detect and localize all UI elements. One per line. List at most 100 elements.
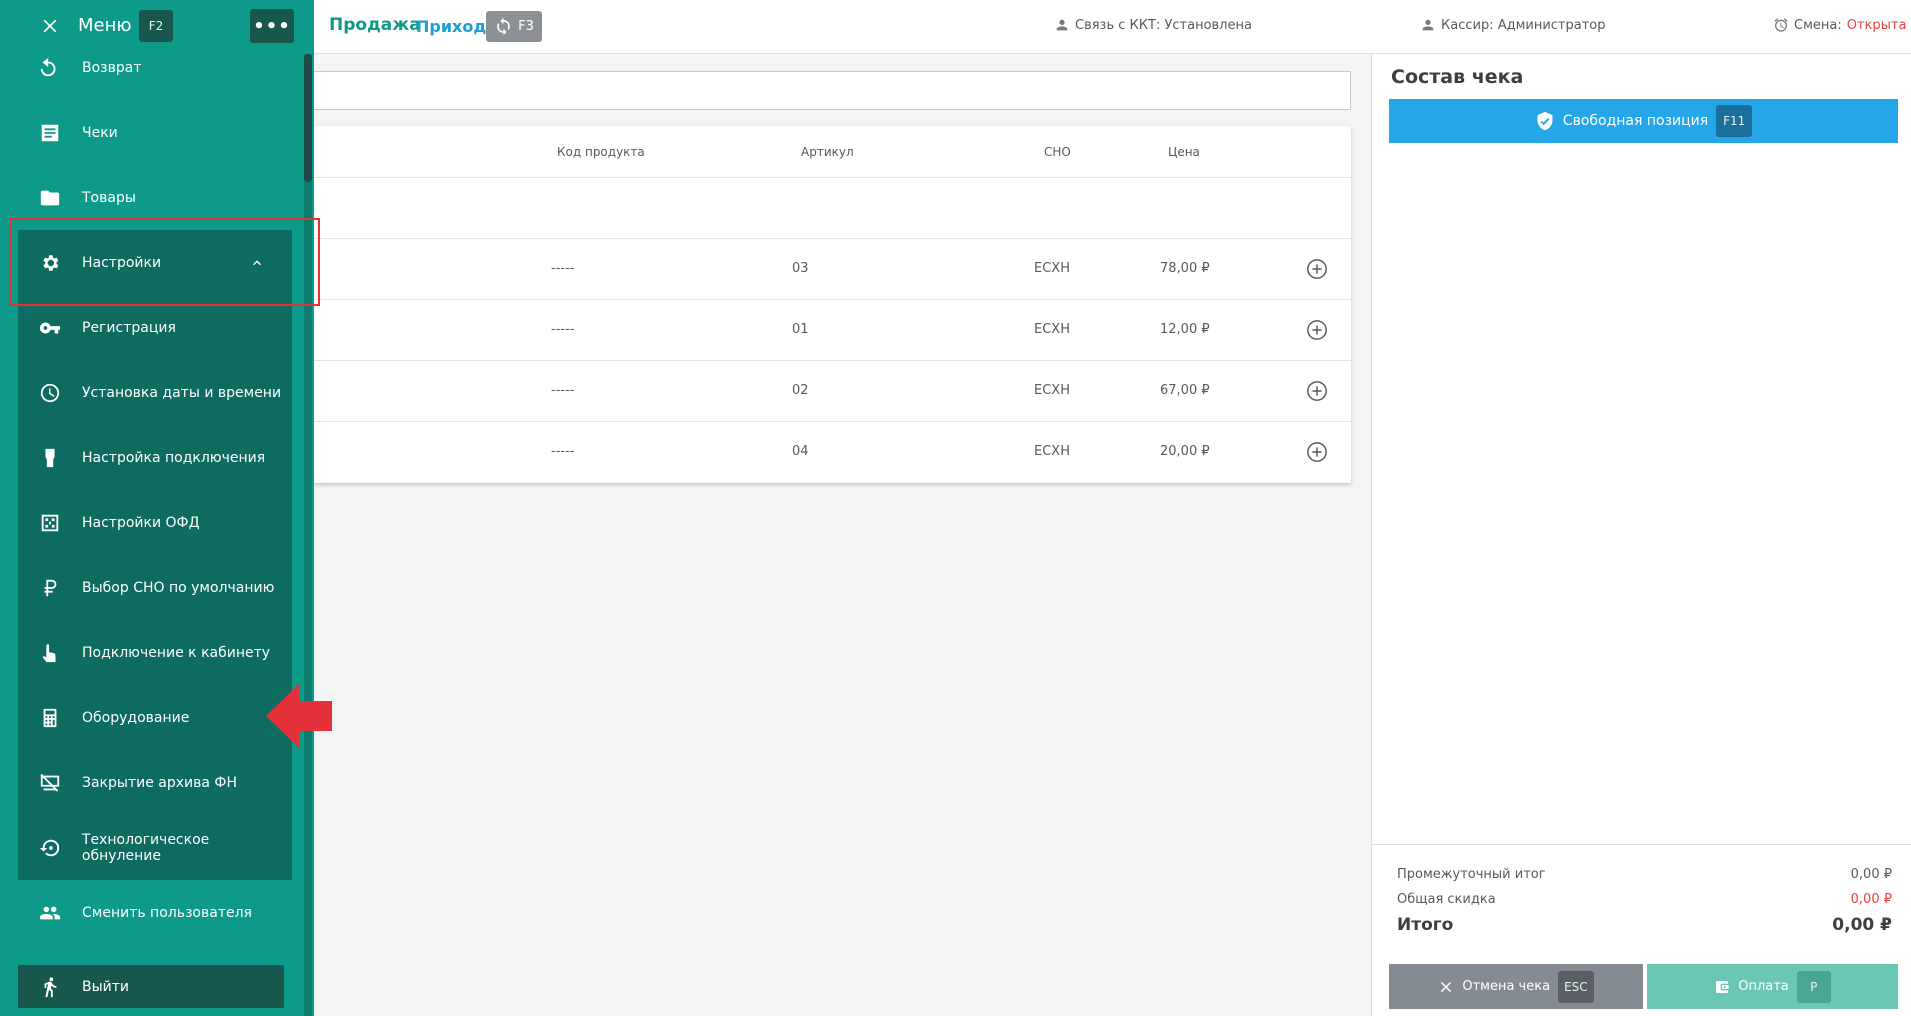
sidebar-item-settings[interactable]: Настройки [18, 242, 292, 284]
total-row: Итого 0,00 ₽ [1397, 915, 1892, 935]
sidebar-item-label: Сменить пользователя [82, 905, 252, 921]
group-icon [38, 901, 62, 925]
subtotal-row: Промежуточный итог 0,00 ₽ [1397, 867, 1892, 882]
sidebar-item-sno-default[interactable]: Выбор СНО по умолчанию [18, 567, 292, 609]
archive-close-icon [38, 771, 62, 795]
sidebar-header: Меню F2 ••• [0, 0, 314, 52]
more-button[interactable]: ••• [250, 9, 294, 43]
cashier-text: Кассир: Администратор [1441, 17, 1606, 33]
sync-icon [497, 17, 510, 36]
shift-label: Смена: [1794, 17, 1842, 33]
add-to-receipt-button[interactable] [1306, 258, 1328, 280]
cell-sno: ЕСХН [1034, 383, 1070, 398]
free-position-label: Свободная позиция [1562, 113, 1709, 129]
annotation-arrow-icon [266, 683, 332, 749]
free-position-button[interactable]: Свободная позиция F11 [1389, 99, 1898, 143]
person-icon [1422, 19, 1434, 31]
subtotal-label: Промежуточный итог [1397, 867, 1546, 882]
table-row[interactable]: ----- 03 ЕСХН 78,00 ₽ [300, 239, 1351, 300]
sidebar-item-products[interactable]: Товары [18, 177, 292, 219]
pay-button[interactable]: Оплата P [1647, 964, 1898, 1009]
sidebar-item-connection[interactable]: Настройка подключения [18, 437, 292, 479]
add-to-receipt-button[interactable] [1306, 380, 1328, 402]
cell-code: ----- [551, 261, 575, 276]
cell-price: 20,00 ₽ [1160, 444, 1210, 459]
sidebar-item-label: Возврат [82, 60, 142, 76]
cell-article: 02 [792, 383, 809, 398]
column-header: СНО [1044, 145, 1071, 159]
table-row[interactable]: ----- 02 ЕСХН 67,00 ₽ [300, 361, 1351, 422]
plus-circle-icon [1307, 320, 1327, 340]
column-header: Цена [1168, 145, 1200, 159]
sidebar-item-label: Технологическое обнуление [81, 832, 210, 864]
sync-button[interactable]: F3 [486, 11, 542, 42]
close-icon [43, 19, 57, 33]
sidebar-scrollbar[interactable] [304, 54, 312, 1016]
cancel-label: Отмена чека [1462, 979, 1551, 994]
plug-icon [38, 446, 62, 470]
ofd-icon [38, 511, 62, 535]
sidebar-item-label: Настройки [82, 255, 162, 271]
pay-key: P [1796, 970, 1831, 1003]
cell-price: 78,00 ₽ [1160, 261, 1210, 276]
running-person-icon [38, 975, 62, 999]
table-row[interactable]: ----- 01 ЕСХН 12,00 ₽ [300, 300, 1351, 361]
scrollbar-thumb[interactable] [304, 54, 312, 182]
kkt-status-text: Связь с ККТ: Установлена [1075, 17, 1252, 33]
return-icon [38, 56, 62, 80]
add-to-receipt-button[interactable] [1306, 441, 1328, 463]
cancel-key: ESC [1558, 970, 1594, 1003]
alarm-clock-icon [1774, 18, 1788, 32]
logout-button[interactable]: Выйти [18, 965, 284, 1008]
plus-circle-icon [1307, 442, 1327, 462]
calculator-icon [38, 706, 62, 730]
total-label: Итого [1397, 915, 1454, 935]
sidebar-item-ofd[interactable]: Настройки ОФД [18, 502, 292, 544]
sidebar-item-tech-reset[interactable]: Технологическое обнуление [18, 827, 292, 869]
cell-code: ----- [551, 444, 575, 459]
chevron-up-icon [250, 256, 264, 270]
plus-circle-icon [1307, 259, 1327, 279]
products-table: Код продукта Артикул СНО Цена ----- 03 Е… [300, 126, 1351, 483]
kkt-status: Связь с ККТ: Установлена [1054, 17, 1252, 33]
tab-sale[interactable]: Продажа [329, 15, 421, 35]
check-shield-icon [1537, 111, 1553, 131]
sidebar-item-registration[interactable]: Регистрация [18, 307, 292, 349]
sidebar-item-label: Настройка подключения [82, 450, 266, 466]
folder-icon [38, 186, 62, 210]
sync-key: F3 [518, 19, 534, 34]
receipt-panel: Состав чека Свободная позиция F11 Промеж… [1371, 54, 1911, 1016]
wallet-icon [1716, 980, 1729, 993]
sidebar-item-switch-user[interactable]: Сменить пользователя [18, 892, 292, 934]
clock-icon [38, 381, 62, 405]
search-input[interactable] [301, 72, 1350, 109]
cell-code: ----- [551, 383, 575, 398]
key-icon [38, 316, 62, 340]
cell-article: 01 [792, 322, 809, 337]
gear-icon [38, 251, 62, 275]
sidebar-item-cabinet[interactable]: Подключение к кабинету [18, 632, 292, 674]
sidebar-item-equipment[interactable]: Оборудование [18, 697, 292, 739]
tab-income[interactable]: Приход [416, 17, 486, 36]
cell-price: 12,00 ₽ [1160, 322, 1210, 337]
sidebar-item-label: Закрытие архива ФН [82, 775, 237, 791]
cancel-receipt-button[interactable]: Отмена чека ESC [1389, 964, 1643, 1009]
pay-label: Оплата [1738, 979, 1789, 994]
discount-value: 0,00 ₽ [1850, 892, 1892, 907]
sidebar-item-fn-archive[interactable]: Закрытие архива ФН [18, 762, 292, 804]
sidebar-item-label: Чеки [82, 125, 118, 141]
product-search[interactable] [300, 71, 1351, 110]
sidebar-item-label: Подключение к кабинету [82, 645, 271, 661]
cell-sno: ЕСХН [1034, 444, 1070, 459]
sidebar-item-return[interactable]: Возврат [18, 47, 292, 89]
table-row[interactable]: ----- 04 ЕСХН 20,00 ₽ [300, 422, 1351, 483]
table-row [300, 178, 1351, 239]
close-icon [1441, 981, 1452, 992]
sidebar-item-label: Оборудование [82, 710, 190, 726]
add-to-receipt-button[interactable] [1306, 319, 1328, 341]
sidebar-item-datetime[interactable]: Установка даты и времени [18, 372, 292, 414]
cell-article: 03 [792, 261, 809, 276]
close-menu-button[interactable] [40, 16, 60, 36]
reset-icon [38, 836, 62, 860]
sidebar-item-receipts[interactable]: Чеки [18, 112, 292, 154]
